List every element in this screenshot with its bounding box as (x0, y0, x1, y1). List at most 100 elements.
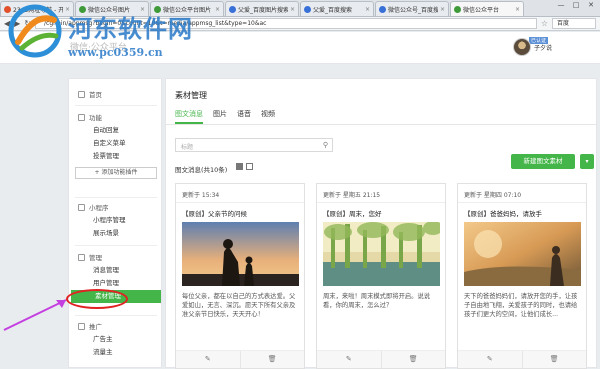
view-toggle (236, 163, 253, 170)
watermark-title: 河东软件网 (68, 14, 193, 43)
chevron-down-icon[interactable]: ▾ (580, 154, 594, 169)
divider (458, 202, 586, 203)
divider (75, 315, 157, 316)
sidebar-section-title: 推广 (89, 323, 102, 331)
page-title: 素材管理 (175, 91, 207, 100)
close-tab-icon[interactable]: × (440, 6, 445, 13)
watermark-url: www.pc0359.cn (68, 46, 163, 59)
add-plugin-button[interactable]: + 添加功能插件 (75, 167, 157, 179)
card-thumbnail (182, 222, 299, 286)
tab-news[interactable]: 图文消息 (175, 109, 203, 124)
sidebar-section-features: 功能 自动回复 自定义菜单 投票管理 + 添加功能插件 (69, 110, 163, 183)
browser-tab[interactable]: 父爱_百度搜索 × (300, 1, 374, 16)
features-icon (78, 113, 85, 121)
browser-tab[interactable]: 微信公众号_百度搜 × (375, 1, 449, 16)
sidebar-item-custom-menu[interactable]: 自定义菜单 (69, 137, 163, 150)
card-updated-time: 更新于 星期五 21:15 (323, 192, 381, 199)
tab-voice[interactable]: 语音 (237, 109, 251, 124)
divider (75, 105, 157, 106)
close-tab-icon[interactable]: × (290, 6, 295, 13)
tab-title: 微信公众号_百度搜 (388, 6, 438, 14)
card-thumbnail (464, 222, 581, 286)
delete-icon[interactable]: 🗑 (521, 351, 587, 368)
card-description: 天下的爸爸妈妈们，请放开您的手，让孩子自由地飞翔，关爱孩子的同时，也请给孩子们更… (464, 293, 578, 318)
material-tabs: 图文消息 图片 语音 视频 (175, 109, 275, 124)
annotation-circle (66, 289, 128, 309)
browser-tab[interactable]: 父爱_百度图片搜索 × (225, 1, 299, 16)
card-actions: ✎ 🗑 (176, 350, 304, 368)
sidebar-item-messages[interactable]: 消息管理 (69, 264, 163, 277)
sidebar-item-users[interactable]: 用户管理 (69, 277, 163, 290)
card-thumbnail (323, 222, 440, 286)
card-title[interactable]: 【原创】周末，您好 (323, 208, 382, 218)
sidebar-section-home[interactable]: 首页 (69, 87, 163, 101)
card-description: 周末，来啦！周末模式即将开启。说说看，你的周末，怎么过？ (323, 293, 431, 309)
sidebar-section-title: 功能 (89, 114, 102, 122)
search-placeholder: 标题 (181, 144, 194, 151)
sidebar-section-title[interactable]: 首页 (89, 89, 102, 99)
sidebar-item-advertiser[interactable]: 广告主 (69, 333, 163, 346)
bookmark-star-icon[interactable]: ☆ (541, 19, 548, 28)
divider (317, 202, 445, 203)
user-name[interactable]: 子夕说 (534, 43, 552, 52)
sidebar-section-title: 小程序 (89, 204, 109, 212)
browser-tab[interactable]: 微信公众平台 × (450, 1, 524, 16)
divider (75, 245, 157, 246)
main-panel: 素材管理 图文消息 图片 语音 视频 标题 ⚲ 图文消息(共10条) 新建图文素… (165, 78, 597, 369)
divider (75, 197, 157, 198)
tab-favicon-icon (454, 5, 461, 13)
sidebar-item-display-scene[interactable]: 展示场景 (69, 227, 163, 240)
search-input[interactable]: 标题 ⚲ (175, 138, 333, 152)
new-article-button[interactable]: 新建图文素材 (511, 154, 575, 169)
watermark-logo-icon (8, 4, 62, 58)
delete-icon[interactable]: 🗑 (380, 351, 446, 368)
watermark: 河东软件网 www.pc0359.cn (6, 0, 236, 70)
sidebar-section-title: 管理 (89, 254, 102, 262)
user-menu[interactable]: 子夕说 (512, 38, 552, 56)
tab-favicon-icon (304, 5, 311, 13)
divider (166, 124, 596, 125)
card-updated-time: 更新于 星期四 07:10 (464, 192, 522, 199)
material-count: 图文消息(共10条) (175, 166, 228, 174)
card-actions: ✎ 🗑 (317, 350, 445, 368)
close-button[interactable]: ✕ (584, 1, 598, 10)
sidebar-item-auto-reply[interactable]: 自动回复 (69, 124, 163, 137)
maximize-button[interactable]: □ (569, 1, 583, 10)
edit-icon[interactable]: ✎ (458, 351, 522, 368)
sidebar: 首页 功能 自动回复 自定义菜单 投票管理 + 添加功能插件 小程序 小程序管理… (68, 78, 162, 368)
delete-icon[interactable]: 🗑 (239, 351, 305, 368)
manage-icon (78, 253, 85, 261)
card-title[interactable]: 【原创】爸爸妈妈，请放手 (464, 208, 542, 218)
divider (176, 202, 304, 203)
tab-title: 父爱_百度搜索 (313, 6, 353, 14)
material-card[interactable]: 更新于 星期四 07:10 【原创】爸爸妈妈，请放手 天下的爸爸妈妈们，请放开您… (457, 183, 587, 369)
list-view-icon[interactable] (246, 163, 253, 170)
card-actions: ✎ 🗑 (458, 350, 586, 368)
card-title[interactable]: 【原创】父亲节的问候 (182, 208, 247, 218)
edit-icon[interactable]: ✎ (317, 351, 381, 368)
sidebar-section-miniprogram: 小程序 小程序管理 展示场景 (69, 200, 163, 240)
minimize-button[interactable]: — (554, 1, 568, 10)
sidebar-section-promotion: 推广 广告主 流量主 (69, 319, 163, 359)
sidebar-item-miniprogram-manage[interactable]: 小程序管理 (69, 214, 163, 227)
browser-search-box[interactable]: 百度 (552, 18, 596, 29)
close-tab-icon[interactable]: × (515, 6, 520, 13)
close-tab-icon[interactable]: × (365, 6, 370, 13)
tab-video[interactable]: 视频 (261, 109, 275, 124)
card-updated-time: 更新于 15:34 (182, 192, 220, 199)
tab-title: 父爱_百度图片搜索 (238, 6, 288, 14)
window-controls: — □ ✕ (554, 1, 598, 10)
search-icon[interactable]: ⚲ (323, 141, 328, 149)
sidebar-item-publisher[interactable]: 流量主 (69, 346, 163, 359)
tab-favicon-icon (379, 5, 386, 13)
edit-icon[interactable]: ✎ (176, 351, 240, 368)
tab-title: 微信公众平台 (463, 6, 500, 14)
avatar[interactable] (512, 38, 531, 56)
grid-view-icon[interactable] (236, 163, 243, 170)
tab-images[interactable]: 图片 (213, 109, 227, 124)
material-card[interactable]: 更新于 星期五 21:15 【原创】周末，您好 周末，来啦！周末模式即将开启。说… (316, 183, 446, 369)
material-card[interactable]: 更新于 15:34 【原创】父亲节的问候 每位父亲，都在以自己的方式表达爱。父爱… (175, 183, 305, 369)
sidebar-item-vote[interactable]: 投票管理 (69, 150, 163, 163)
miniprogram-icon (78, 203, 85, 211)
home-icon (78, 90, 85, 98)
